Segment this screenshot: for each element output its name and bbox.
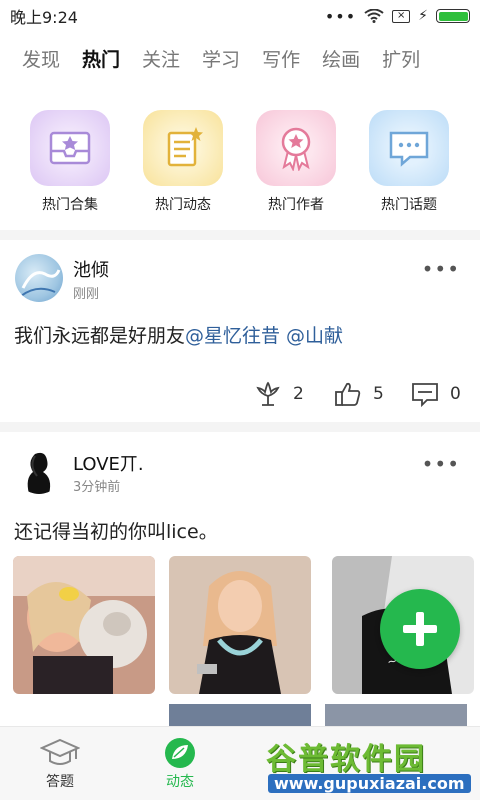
nav-label: 动态 — [166, 774, 194, 790]
post-photo[interactable] — [13, 556, 155, 694]
category-label: 热门话题 — [381, 197, 437, 213]
battery-icon — [436, 9, 470, 23]
category-hot-updates[interactable]: 热门动态 — [133, 110, 233, 214]
leaf-bubble-icon — [135, 735, 225, 771]
tab-follow[interactable]: 关注 — [142, 45, 180, 72]
category-label: 热门动态 — [155, 197, 211, 213]
category-tabs: 发现 热门 关注 学习 写作 绘画 扩列 — [0, 38, 480, 78]
notepad-star-icon — [143, 110, 223, 186]
nav-updates[interactable]: 动态 — [135, 735, 225, 791]
more-options-icon[interactable]: ••• — [422, 257, 460, 281]
no-sim-icon: × — [392, 9, 411, 23]
post-actions: 2 5 0 — [0, 380, 480, 410]
post-author[interactable]: LOVE丌. — [73, 450, 144, 476]
comment-icon — [412, 383, 438, 408]
charging-icon: ⚡ — [418, 8, 428, 24]
chat-bubble-icon — [369, 110, 449, 186]
post-mentions[interactable]: @星忆往昔 @山献 — [185, 325, 343, 347]
post-text: 我们永远都是好朋友 — [14, 325, 186, 347]
nav-label: 答题 — [46, 774, 74, 790]
hot-categories: 热门合集 热门动态 热门作者 热门话题 — [0, 110, 480, 220]
like-count: 5 — [373, 384, 384, 404]
more-options-icon[interactable]: ••• — [422, 452, 460, 476]
category-label: 热门合集 — [42, 197, 98, 213]
post-author[interactable]: 池倾 — [73, 256, 109, 282]
post-time: 刚刚 — [73, 287, 100, 302]
post-photo[interactable] — [169, 556, 311, 694]
graduation-cap-icon — [15, 735, 105, 771]
plus-icon — [403, 612, 437, 646]
tab-study[interactable]: 学习 — [202, 45, 240, 72]
thumbs-up-icon — [335, 382, 361, 406]
avatar[interactable] — [15, 446, 63, 494]
create-post-button[interactable] — [380, 589, 460, 669]
tab-make-friends[interactable]: 扩列 — [382, 45, 420, 72]
tab-drawing[interactable]: 绘画 — [322, 45, 360, 72]
tab-writing[interactable]: 写作 — [262, 45, 300, 72]
watermark: 谷普软件园 www.gupuxiazai.com — [262, 728, 480, 800]
flower-icon — [256, 381, 280, 406]
nav-answer[interactable]: 答题 — [15, 735, 105, 791]
envelope-star-icon — [30, 110, 110, 186]
post-content: 我们永远都是好朋友@星忆往昔 @山献 — [14, 321, 343, 348]
comment-button[interactable]: 0 — [410, 380, 461, 408]
category-hot-authors[interactable]: 热门作者 — [246, 110, 346, 214]
section-divider — [0, 422, 480, 432]
status-time: 晚上9:24 — [10, 8, 78, 27]
post-card[interactable]: 池倾 刚刚 ••• 我们永远都是好朋友@星忆往昔 @山献 2 5 0 — [0, 240, 480, 420]
comment-count: 0 — [450, 384, 461, 404]
avatar[interactable] — [15, 254, 63, 302]
category-label: 热门作者 — [268, 197, 324, 213]
category-hot-collection[interactable]: 热门合集 — [20, 110, 120, 214]
watermark-url: www.gupuxiazai.com — [268, 774, 471, 793]
award-ribbon-icon — [256, 110, 336, 186]
flower-button[interactable]: 2 — [253, 380, 304, 408]
status-icons: ••• × ⚡ — [325, 7, 470, 26]
flower-count: 2 — [293, 384, 304, 404]
more-notifications-icon: ••• — [324, 6, 357, 26]
post-content: 还记得当初的你叫lice。 — [14, 521, 218, 543]
status-bar: 晚上9:24 ••• × ⚡ — [0, 0, 480, 32]
tab-hot[interactable]: 热门 — [82, 45, 120, 72]
post-time: 3分钟前 — [73, 480, 121, 495]
category-hot-topics[interactable]: 热门话题 — [359, 110, 459, 214]
watermark-title: 谷普软件园 — [266, 742, 426, 777]
wifi-icon — [364, 9, 384, 23]
tab-discover[interactable]: 发现 — [22, 45, 60, 72]
section-divider — [0, 230, 480, 240]
like-button[interactable]: 5 — [333, 380, 384, 408]
